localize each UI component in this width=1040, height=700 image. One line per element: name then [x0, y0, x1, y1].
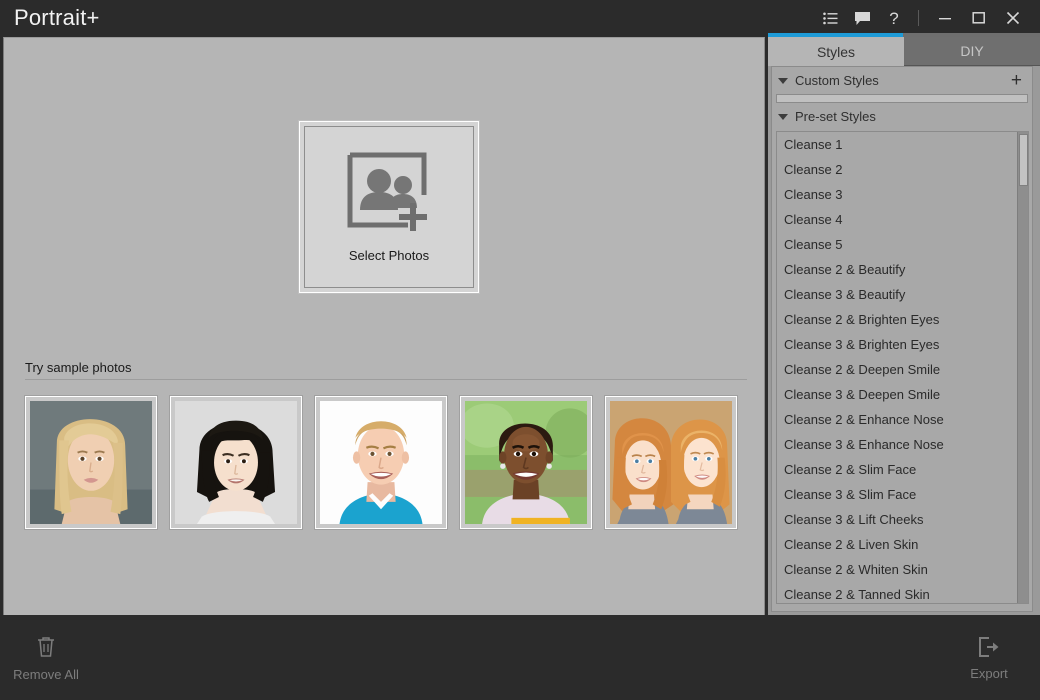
preset-style-label: Cleanse 3 & Slim Face: [784, 487, 917, 502]
preset-style-label: Cleanse 3 & Enhance Nose: [784, 437, 944, 452]
preset-style-item[interactable]: Cleanse 2 & Brighten Eyes: [777, 307, 1017, 332]
custom-styles-label: Custom Styles: [795, 73, 879, 88]
remove-all-label: Remove All: [13, 666, 79, 682]
title-bar: Portrait+ ?: [0, 0, 1040, 36]
sample-photo-4-image: [465, 401, 587, 524]
preset-style-item[interactable]: Cleanse 3 & Brighten Eyes: [777, 332, 1017, 357]
minimize-button[interactable]: [928, 0, 962, 36]
application-window: Portrait+ ? Select Photos Try sample pho…: [0, 0, 1040, 700]
sample-photo-2[interactable]: [170, 396, 302, 529]
preset-style-item[interactable]: Cleanse 5: [777, 232, 1017, 257]
preset-style-label: Cleanse 2 & Liven Skin: [784, 537, 919, 552]
preset-style-item[interactable]: Cleanse 3 & Enhance Nose: [777, 432, 1017, 457]
preset-style-label: Cleanse 2 & Enhance Nose: [784, 412, 944, 427]
preset-list-scrollbar[interactable]: [1017, 132, 1028, 603]
preset-style-label: Cleanse 3 & Deepen Smile: [784, 387, 941, 402]
maximize-button[interactable]: [962, 0, 996, 36]
titlebar-divider: [918, 10, 919, 26]
add-custom-style-button[interactable]: +: [1009, 71, 1024, 90]
export-button[interactable]: Export: [950, 636, 1028, 681]
tab-styles[interactable]: Styles: [768, 37, 904, 66]
bottom-toolbar: Remove All Export: [0, 616, 1040, 700]
sample-photo-1[interactable]: [25, 396, 157, 529]
preset-styles-list-container: Cleanse 1 Cleanse 2 Cleanse 3 Cleanse 4 Clea…: [776, 131, 1029, 604]
preset-style-item[interactable]: Cleanse 2 & Deepen Smile: [777, 357, 1017, 382]
preset-style-label: Cleanse 3 & Brighten Eyes: [784, 337, 940, 352]
preset-style-item[interactable]: Cleanse 3 & Beautify: [777, 282, 1017, 307]
preset-style-item[interactable]: Cleanse 2: [777, 157, 1017, 182]
preset-style-item[interactable]: Cleanse 3 & Lift Cheeks: [777, 507, 1017, 532]
preset-style-label: Cleanse 4: [784, 212, 843, 227]
preset-style-label: Cleanse 2 & Beautify: [784, 262, 906, 277]
app-title: Portrait+: [14, 5, 100, 30]
panel-tab-strip: Styles DIY: [768, 37, 1040, 66]
preset-style-item[interactable]: Cleanse 3 & Slim Face: [777, 482, 1017, 507]
chevron-down-icon: [778, 77, 788, 84]
sample-photo-5-image: [610, 401, 732, 524]
preset-list-scrollbar-thumb[interactable]: [1019, 134, 1028, 186]
preset-style-label: Cleanse 2 & Deepen Smile: [784, 362, 941, 377]
trash-icon: [35, 635, 57, 662]
preset-style-item[interactable]: Cleanse 1: [777, 132, 1017, 157]
preset-styles-header[interactable]: Pre-set Styles: [772, 103, 1032, 130]
sample-photo-3[interactable]: [315, 396, 447, 529]
add-photos-icon: [346, 151, 432, 240]
preset-style-label: Cleanse 5: [784, 237, 843, 252]
chevron-down-icon: [778, 113, 788, 120]
preset-style-item[interactable]: Cleanse 3 & Deepen Smile: [777, 382, 1017, 407]
preset-style-label: Cleanse 2 & Brighten Eyes: [784, 312, 940, 327]
preset-styles-list[interactable]: Cleanse 1 Cleanse 2 Cleanse 3 Cleanse 4 Clea…: [777, 132, 1017, 603]
preset-style-label: Cleanse 3: [784, 187, 843, 202]
preset-style-item[interactable]: Cleanse 3: [777, 182, 1017, 207]
preset-style-item[interactable]: Cleanse 2 & Enhance Nose: [777, 407, 1017, 432]
sample-photo-4[interactable]: [460, 396, 592, 529]
sample-photos-row: [25, 396, 737, 529]
tab-diy[interactable]: DIY: [904, 37, 1040, 66]
panel-body: Custom Styles + Pre-set Styles Cleanse 1…: [771, 66, 1033, 612]
preset-style-label: Cleanse 2 & Whiten Skin: [784, 562, 928, 577]
remove-all-button[interactable]: Remove All: [7, 635, 85, 682]
preset-style-label: Cleanse 3 & Lift Cheeks: [784, 512, 924, 527]
dropzone-inner-frame: Select Photos: [304, 126, 474, 288]
help-icon[interactable]: ?: [879, 0, 909, 36]
sample-photos-title: Try sample photos: [25, 360, 132, 375]
preset-style-label: Cleanse 2: [784, 162, 843, 177]
preset-style-label: Cleanse 3 & Beautify: [784, 287, 906, 302]
preset-style-label: Cleanse 1: [784, 137, 843, 152]
preset-style-item[interactable]: Cleanse 2 & Beautify: [777, 257, 1017, 282]
feedback-icon[interactable]: [845, 0, 879, 36]
close-button[interactable]: [996, 0, 1030, 36]
sample-photo-1-image: [30, 401, 152, 524]
sample-photo-3-image: [320, 401, 442, 524]
preset-style-item[interactable]: Cleanse 2 & Liven Skin: [777, 532, 1017, 557]
styles-side-panel: Styles DIY Custom Styles + Pre-set Style…: [768, 37, 1040, 615]
preset-style-item[interactable]: Cleanse 2 & Whiten Skin: [777, 557, 1017, 582]
preset-style-label: Cleanse 2 & Tanned Skin: [784, 587, 930, 602]
select-photos-dropzone[interactable]: Select Photos: [298, 120, 480, 294]
export-label: Export: [970, 665, 1008, 681]
preset-style-item[interactable]: Cleanse 4: [777, 207, 1017, 232]
sample-photo-2-image: [175, 401, 297, 524]
sample-photo-5[interactable]: [605, 396, 737, 529]
preset-style-item[interactable]: Cleanse 2 & Slim Face: [777, 457, 1017, 482]
sample-photos-divider: [25, 379, 747, 380]
main-canvas: Select Photos Try sample photos: [3, 37, 765, 615]
list-icon[interactable]: [815, 0, 845, 36]
export-icon: [977, 636, 1001, 661]
custom-styles-list[interactable]: [776, 94, 1028, 103]
custom-styles-header[interactable]: Custom Styles +: [772, 67, 1032, 94]
dropzone-label: Select Photos: [348, 248, 430, 263]
preset-style-item[interactable]: Cleanse 2 & Tanned Skin: [777, 582, 1017, 603]
preset-style-label: Cleanse 2 & Slim Face: [784, 462, 917, 477]
preset-styles-label: Pre-set Styles: [795, 109, 876, 124]
title-bar-actions: ?: [815, 0, 1040, 36]
sample-photos-header: Try sample photos: [25, 360, 747, 380]
